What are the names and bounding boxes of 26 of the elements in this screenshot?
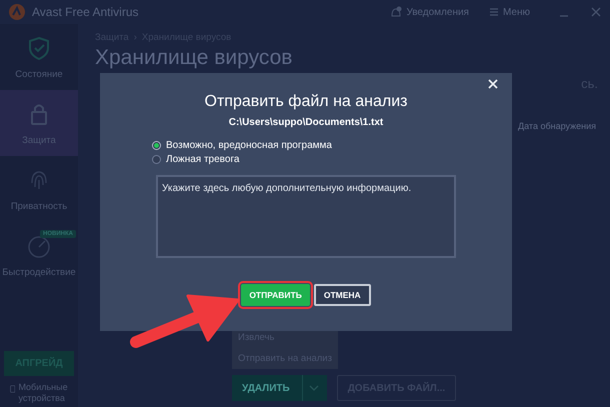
caret-icon [308,385,319,391]
sidebar-item[interactable]: Состояние [0,24,78,90]
bell-icon[interactable] [390,6,402,18]
file-path: C:\Users\suppo\Documents\1.txt [228,117,384,128]
menu-link[interactable]: Меню [502,6,530,18]
app-title: Avast Free Antivirus [32,5,138,19]
mobile-devices-link[interactable]: Мобильные устройства [18,382,72,403]
sidebar-item[interactable]: Приватность [0,156,78,222]
breadcrumb-separator: › [134,32,137,43]
menu-icon[interactable] [488,6,499,18]
close-button[interactable] [486,77,500,91]
submit-button[interactable]: ОТПРАВИТЬ [241,284,310,306]
radio-button[interactable] [152,141,161,150]
cancel-button[interactable]: ОТМЕНА [314,284,371,306]
close-icon [486,77,500,91]
logo-icon [8,3,26,21]
radio-option[interactable]: Ложная тревога [152,154,512,165]
details-field[interactable]: Укажите здесь любую дополнительную информацию. [156,175,456,258]
close-icon[interactable] [590,6,602,18]
dialog-title: Отправить файл на анализ [204,93,408,111]
notifications-link[interactable]: Уведомления [406,6,469,18]
column-header: Дата обнаружения [518,121,596,131]
page-heading: Хранилище вирусов [95,46,294,70]
shield-icon [26,34,52,60]
radio-option[interactable]: Возможно, вредоносная программа [152,140,512,151]
radio-button[interactable] [152,155,161,164]
